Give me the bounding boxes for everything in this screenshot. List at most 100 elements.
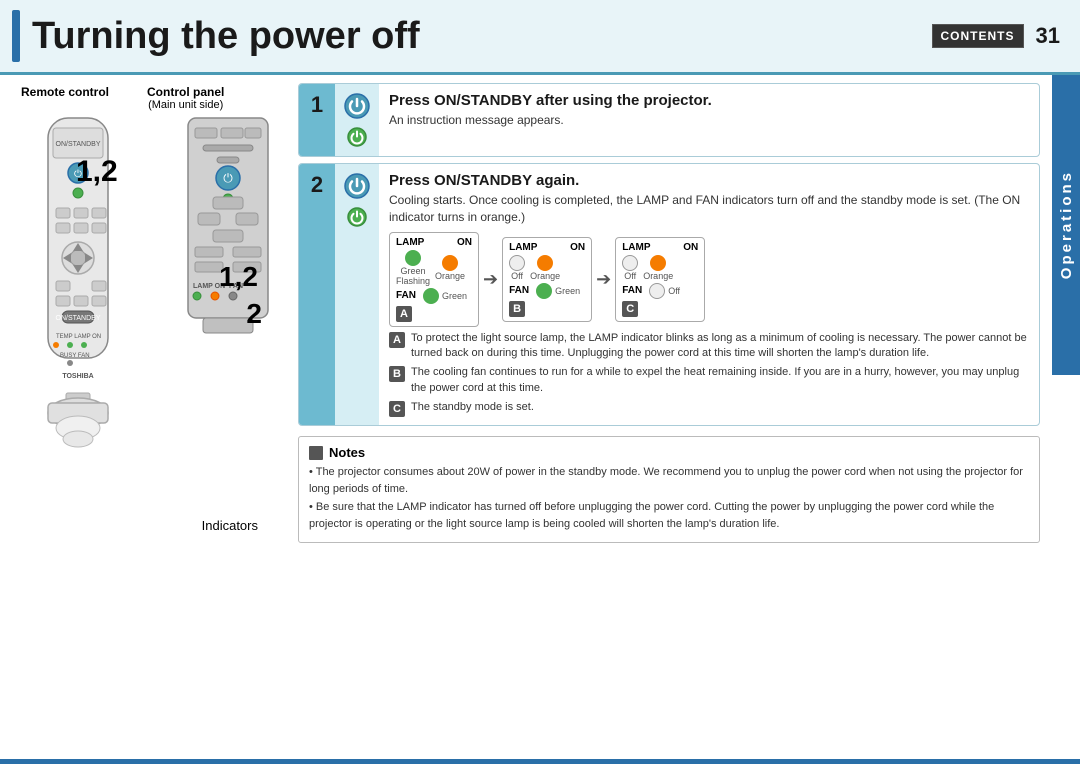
note-letter-c: C <box>389 401 405 417</box>
control-panel-label: Control panel <box>147 85 224 99</box>
ind-letter-b: B <box>509 301 525 317</box>
ind-a-on: ON <box>457 237 472 248</box>
header-title-bar: Turning the power off <box>12 10 420 62</box>
power-icon-step2-small <box>346 206 368 228</box>
header-accent-bar <box>12 10 20 62</box>
step-1-title: Press ON/STANDBY after using the project… <box>389 92 1029 109</box>
left-panel: Remote control Control panel (Main unit … <box>0 75 290 764</box>
page-number: 31 <box>1036 23 1060 49</box>
svg-text:BUSY FAN: BUSY FAN <box>60 353 90 359</box>
ind-b-on: ON <box>570 242 585 253</box>
step-1-icon-col <box>335 84 379 156</box>
control-panel-sub: (Main unit side) <box>148 99 223 111</box>
svg-text:TEMP LAMP ON: TEMP LAMP ON <box>56 334 101 340</box>
note-text-a: To protect the light source lamp, the LA… <box>411 331 1029 362</box>
step-1-box: 1 Press ON/STANDBY after using the proje… <box>298 83 1040 157</box>
note-text-b: The cooling fan continues to run for a w… <box>411 365 1029 396</box>
note-letter-a: A <box>389 332 405 348</box>
ind-a-lamp: LAMP <box>396 237 424 248</box>
circle-b-lamp <box>509 255 525 271</box>
ind-c-fan-label: Off <box>668 286 680 296</box>
power-icon-step2 <box>343 172 371 200</box>
note-item-c: C The standby mode is set. <box>389 400 1029 417</box>
indicator-box-a: LAMP ON Green Flashing Orange <box>389 232 479 327</box>
bottom-line <box>0 759 1080 764</box>
header-right: CONTENTS 31 <box>932 23 1060 49</box>
circle-b-on <box>537 255 553 271</box>
notes-title: Notes <box>329 445 365 460</box>
circle-c-fan <box>649 283 665 299</box>
step-2-content: Press ON/STANDBY again. Cooling starts. … <box>379 164 1039 425</box>
circle-a-on <box>442 255 458 271</box>
notes-header: Notes <box>309 445 1029 460</box>
note-text-c: The standby mode is set. <box>411 400 534 415</box>
control-panel-svg: ⏻ LAMP ON FAN <box>183 113 273 393</box>
ind-b-lamp: LAMP <box>509 242 537 253</box>
notes-body: The projector consumes about 20W of powe… <box>309 464 1029 532</box>
contents-button[interactable]: CONTENTS <box>932 24 1024 48</box>
ind-b-lamp-label: Off <box>511 271 523 281</box>
operations-sidebar: Operations <box>1052 75 1080 375</box>
svg-text:TOSHIBA: TOSHIBA <box>62 373 93 380</box>
power-icon-step1-small <box>346 126 368 148</box>
ind-a-flash: Flashing <box>396 276 430 286</box>
indicators-label: Indicators <box>202 518 258 533</box>
sidebar-label: Operations <box>1058 170 1075 279</box>
label-12-panel: 1,2 <box>219 261 258 293</box>
ind-a-fan: FAN <box>396 290 416 301</box>
ind-c-lamp: LAMP <box>622 242 650 253</box>
note-item-a: A To protect the light source lamp, the … <box>389 331 1029 362</box>
arrow-1: ➔ <box>483 269 498 290</box>
note-items: A To protect the light source lamp, the … <box>389 331 1029 418</box>
ind-letter-c: C <box>622 301 638 317</box>
step-1-number-col: 1 <box>299 84 335 156</box>
ind-c-on: ON <box>683 242 698 253</box>
power-icon-step1 <box>343 92 371 120</box>
step-1-desc: An instruction message appears. <box>389 112 1029 129</box>
label-12-remote: 1,2 <box>76 155 118 189</box>
step-2-icon-col <box>335 164 379 425</box>
ind-b-fan: FAN <box>509 285 529 296</box>
indicator-box-b: LAMP ON Off Orange <box>502 237 592 322</box>
indicators-diagram: LAMP ON Green Flashing Orange <box>389 232 1029 327</box>
ind-a-lamp-label: Green <box>401 266 426 276</box>
step-2-title: Press ON/STANDBY again. <box>389 172 1029 189</box>
ind-b-fan-label: Green <box>555 286 580 296</box>
step-2-desc: Cooling starts. Once cooling is complete… <box>389 192 1029 226</box>
main-content: Remote control Control panel (Main unit … <box>0 75 1080 764</box>
ind-b-on-label: Orange <box>530 271 560 281</box>
ind-c-on-label: Orange <box>643 271 673 281</box>
step-2-number: 2 <box>311 172 323 198</box>
devices-illustration: 1,2 1,2 2 ON/STANDBY ⏻ <box>18 113 278 563</box>
svg-text:ON/STANDBY: ON/STANDBY <box>56 141 101 148</box>
svg-text:⏻: ⏻ <box>223 171 233 185</box>
circle-b-fan <box>536 283 552 299</box>
svg-text:ON/STANDBY: ON/STANDBY <box>56 315 101 322</box>
step-2-number-col: 2 <box>299 164 335 425</box>
step-1-number: 1 <box>311 92 323 118</box>
ind-a-on-label: Orange <box>435 271 465 281</box>
notes-icon <box>309 446 323 460</box>
note-letter-b: B <box>389 366 405 382</box>
right-panel: 1 Press ON/STANDBY after using the proje… <box>290 75 1080 764</box>
note-p-2: Be sure that the LAMP indicator has turn… <box>309 499 1029 532</box>
arrow-2: ➔ <box>596 269 611 290</box>
step-1-content: Press ON/STANDBY after using the project… <box>379 84 1039 156</box>
circle-c-lamp <box>622 255 638 271</box>
label-2-panel: 2 <box>246 298 262 330</box>
page-title: Turning the power off <box>32 15 420 58</box>
circle-c-on <box>650 255 666 271</box>
circle-a-fan <box>423 288 439 304</box>
ind-a-fan-label: Green <box>442 291 467 301</box>
ind-letter-a: A <box>396 306 412 322</box>
ind-c-lamp-label: Off <box>624 271 636 281</box>
note-item-b: B The cooling fan continues to run for a… <box>389 365 1029 396</box>
header: Turning the power off CONTENTS 31 <box>0 0 1080 75</box>
notes-section: Notes The projector consumes about 20W o… <box>298 436 1040 543</box>
remote-label: Remote control <box>21 85 109 111</box>
circle-a-lamp <box>405 250 421 266</box>
indicator-box-c: LAMP ON Off Orange <box>615 237 705 322</box>
note-p-1: The projector consumes about 20W of powe… <box>309 464 1029 497</box>
step-2-box: 2 Press ON/STANDBY again. Cooling starts… <box>298 163 1040 426</box>
ind-c-fan: FAN <box>622 285 642 296</box>
